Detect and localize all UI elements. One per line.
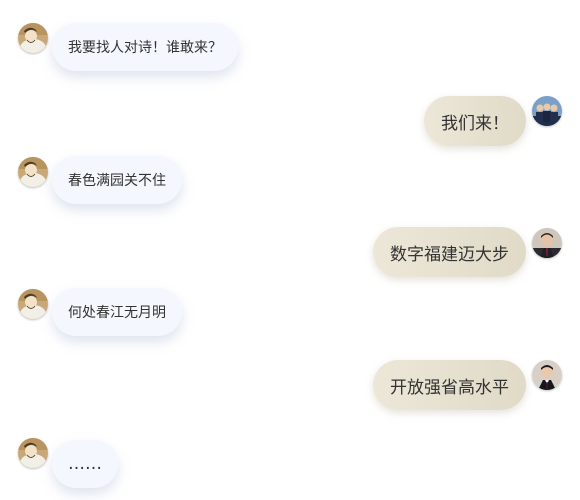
man-avatar[interactable] xyxy=(532,228,562,258)
message-text: 春色满园关不住 xyxy=(68,173,166,189)
man-avatar-2[interactable] xyxy=(532,360,562,390)
poet-avatar[interactable] xyxy=(18,438,48,468)
chat-thread: 我要找人对诗！谁敢来？ 我们来！ 春色满园关不住 数字福建迈大步 何处春江无月明… xyxy=(0,0,580,500)
message-bubble: …… xyxy=(52,440,118,488)
message-text: 开放强省高水平 xyxy=(390,377,509,398)
message-text: 我要找人对诗！谁敢来？ xyxy=(68,40,222,56)
message-bubble: 我要找人对诗！谁敢来？ xyxy=(52,23,238,71)
message-text: 我们来！ xyxy=(441,113,509,134)
poet-avatar[interactable] xyxy=(18,23,48,53)
message-bubble: 开放强省高水平 xyxy=(373,360,526,410)
message-text: 何处春江无月明 xyxy=(68,305,166,321)
message-bubble: 何处春江无月明 xyxy=(52,288,182,336)
message-bubble: 数字福建迈大步 xyxy=(373,227,526,277)
poet-avatar[interactable] xyxy=(18,289,48,319)
message-bubble: 我们来！ xyxy=(424,96,526,146)
message-text: …… xyxy=(68,454,102,474)
message-text: 数字福建迈大步 xyxy=(390,244,509,265)
poet-avatar[interactable] xyxy=(18,157,48,187)
message-bubble: 春色满园关不住 xyxy=(52,156,182,204)
group-avatar[interactable] xyxy=(532,96,562,126)
